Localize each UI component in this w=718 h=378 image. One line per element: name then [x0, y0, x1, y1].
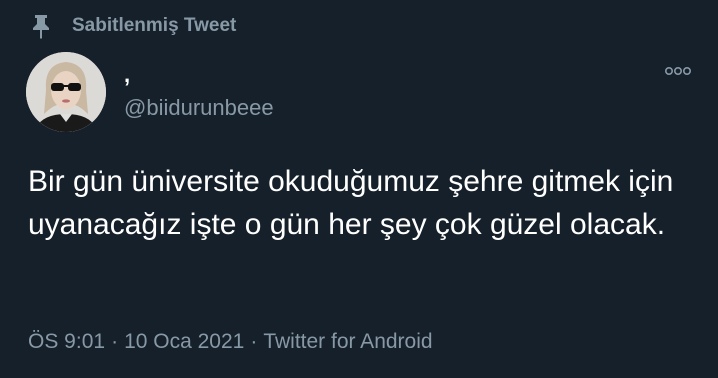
pinned-tweet-header: Sabitlenmiş Tweet — [30, 12, 236, 40]
tweet-source[interactable]: Twitter for Android — [263, 330, 432, 353]
avatar[interactable] — [26, 52, 106, 132]
tweet-date[interactable]: 10 Oca 2021 — [124, 330, 244, 353]
tweet-meta: ÖS 9:01 · 10 Oca 2021 · Twitter for Android — [28, 330, 433, 354]
more-options-icon[interactable] — [664, 62, 692, 80]
author-handle[interactable]: @biidurunbeee — [124, 95, 274, 121]
tweet-text: Bir gün üniversite okuduğumuz şehre gitm… — [28, 165, 674, 241]
author-display-name[interactable]: , — [124, 62, 130, 88]
meta-separator: · — [111, 330, 119, 353]
meta-separator: · — [250, 330, 258, 353]
tweet-time[interactable]: ÖS 9:01 — [28, 330, 105, 353]
pin-icon — [30, 13, 52, 39]
pinned-label: Sabitlenmiş Tweet — [72, 15, 237, 36]
